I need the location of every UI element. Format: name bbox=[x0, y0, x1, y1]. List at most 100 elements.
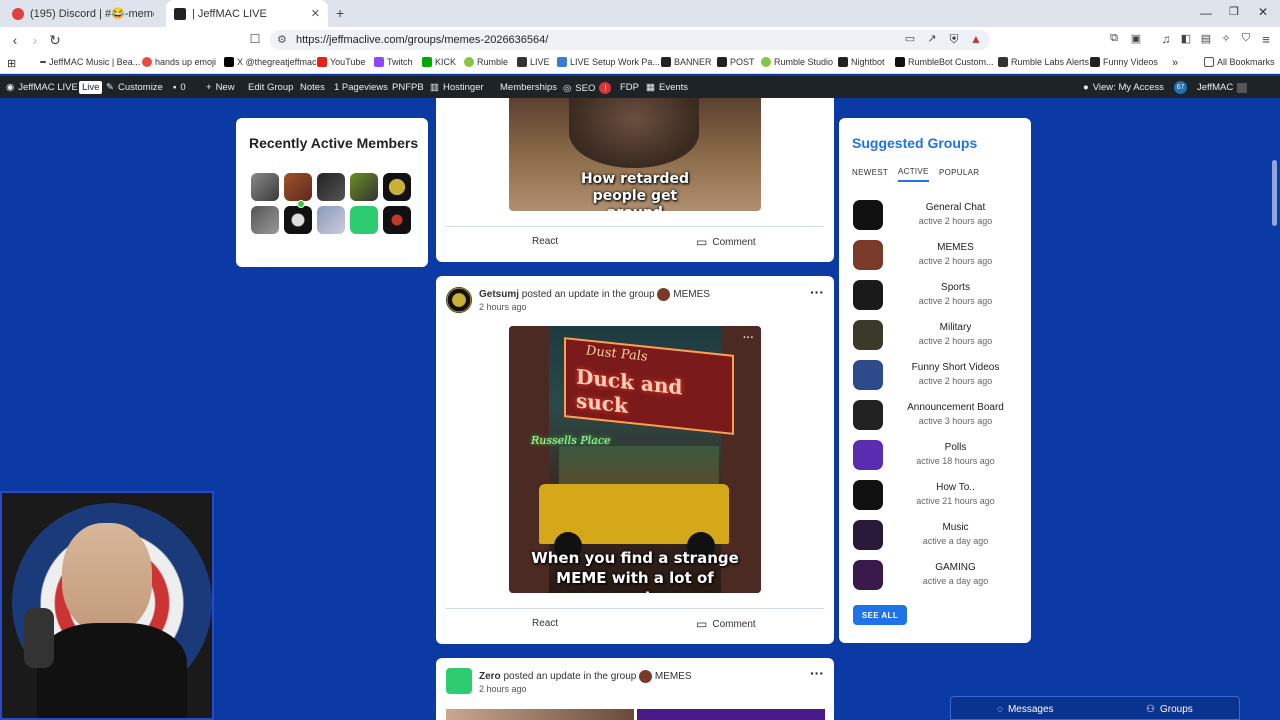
screenshot-icon[interactable]: ▣ bbox=[1128, 32, 1144, 45]
close-window-icon[interactable]: ✕ bbox=[1258, 5, 1268, 19]
suggested-group-item[interactable]: Polls active 18 hours ago bbox=[853, 440, 1018, 474]
view-access-link[interactable]: ● View: My Access bbox=[1083, 82, 1164, 93]
bookmark-x[interactable]: X @thegreatjeffmac bbox=[224, 57, 317, 67]
bookmark-rumble[interactable]: Rumble bbox=[464, 57, 508, 67]
member-avatar[interactable] bbox=[284, 206, 312, 234]
hostinger-link[interactable]: ▥ Hostinger bbox=[430, 82, 484, 93]
extensions-icon[interactable]: ⧉ bbox=[1106, 32, 1122, 45]
member-avatar[interactable] bbox=[284, 173, 312, 201]
site-info-icon[interactable]: ⚙ bbox=[277, 33, 287, 46]
bookmark-rumble-labs[interactable]: Rumble Labs Alerts bbox=[998, 57, 1089, 67]
bookmark-funny-videos[interactable]: Funny Videos bbox=[1090, 57, 1158, 67]
member-avatar[interactable] bbox=[383, 173, 411, 201]
customize-link[interactable]: ✎ Customize bbox=[106, 82, 163, 93]
member-avatar[interactable] bbox=[383, 206, 411, 234]
suggested-group-item[interactable]: MEMES active 2 hours ago bbox=[853, 240, 1018, 274]
member-avatar[interactable] bbox=[317, 173, 345, 201]
media-icon[interactable]: ♫ bbox=[1158, 32, 1174, 46]
suggested-group-item[interactable]: General Chat active 2 hours ago bbox=[853, 200, 1018, 234]
page-scrollbar-thumb[interactable] bbox=[1272, 160, 1277, 226]
bookmark-youtube[interactable]: YouTube bbox=[317, 57, 365, 67]
bookmark-banner[interactable]: BANNER bbox=[661, 57, 712, 67]
author-name[interactable]: Getsumj bbox=[479, 289, 519, 300]
shield-icon[interactable]: ⛨ bbox=[946, 32, 962, 47]
pageviews-link[interactable]: 1 Pageviews bbox=[334, 82, 388, 93]
group-name[interactable]: GAMING bbox=[893, 562, 1018, 573]
url-input[interactable]: ⚙ https://jeffmaclive.com/groups/memes-2… bbox=[270, 30, 990, 50]
member-avatar[interactable] bbox=[317, 206, 345, 234]
bookmark-twitch[interactable]: Twitch bbox=[374, 57, 413, 67]
restore-icon[interactable]: ❐ bbox=[1229, 5, 1239, 18]
tab-popular[interactable]: POPULAR bbox=[939, 168, 979, 177]
fdp-link[interactable]: FDP bbox=[620, 82, 639, 93]
group-name[interactable]: Polls bbox=[893, 442, 1018, 453]
groups-button[interactable]: ⚇ Groups bbox=[1146, 698, 1193, 720]
bookmark-live-setup[interactable]: LIVE Setup Work Pa... bbox=[557, 57, 660, 67]
react-button[interactable]: React bbox=[532, 236, 558, 247]
comments-link[interactable]: ▪ 0 bbox=[173, 82, 186, 93]
wallet-icon[interactable]: ▤ bbox=[1198, 32, 1214, 45]
tab-jeffmac-live[interactable]: | JeffMAC LIVE ✕ bbox=[166, 0, 328, 27]
bookmark-rumblebot[interactable]: RumbleBot Custom... bbox=[895, 57, 994, 67]
react-button[interactable]: React bbox=[532, 618, 558, 629]
menu-icon[interactable]: ≡ bbox=[1258, 32, 1274, 47]
tab-active[interactable]: ACTIVE bbox=[898, 167, 929, 182]
close-tab-icon[interactable]: ✕ bbox=[311, 7, 320, 20]
suggested-group-item[interactable]: How To.. active 21 hours ago bbox=[853, 480, 1018, 514]
apps-grid-icon[interactable]: ⊞ bbox=[7, 57, 16, 70]
group-name[interactable]: General Chat bbox=[893, 202, 1018, 213]
new-tab-button[interactable]: + bbox=[336, 5, 344, 21]
group-name[interactable]: MEMES bbox=[893, 242, 1018, 253]
leo-ai-icon[interactable]: ✧ bbox=[1218, 32, 1234, 45]
bookmark-hands-up-emoji[interactable]: hands up emoji bbox=[142, 57, 216, 67]
post-image-thumb[interactable] bbox=[446, 709, 634, 720]
post-image-thumb[interactable] bbox=[637, 709, 825, 720]
bookmark-kick[interactable]: KICK bbox=[422, 57, 456, 67]
group-link[interactable]: MEMES bbox=[655, 671, 692, 682]
all-bookmarks-button[interactable]: All Bookmarks bbox=[1204, 57, 1275, 67]
group-link[interactable]: MEMES bbox=[673, 289, 710, 300]
notes-link[interactable]: Notes bbox=[300, 82, 325, 93]
group-name[interactable]: Announcement Board bbox=[893, 402, 1018, 413]
bookmark-live[interactable]: LIVE bbox=[517, 57, 550, 67]
reload-icon[interactable]: ↻ bbox=[47, 32, 63, 49]
group-name[interactable]: How To.. bbox=[893, 482, 1018, 493]
messages-button[interactable]: ◌ Messages bbox=[997, 698, 1054, 720]
author-avatar[interactable] bbox=[446, 668, 472, 694]
meme-image[interactable]: Dust Pals Duck and suck Russells Place ·… bbox=[509, 326, 761, 593]
group-name[interactable]: Funny Short Videos bbox=[893, 362, 1018, 373]
back-icon[interactable]: ‹ bbox=[7, 32, 23, 48]
admin-site-link[interactable]: ◉ JeffMAC LIVE bbox=[6, 82, 78, 93]
member-avatar[interactable] bbox=[251, 206, 279, 234]
post-options-icon[interactable]: ··· bbox=[810, 665, 824, 681]
share-icon[interactable]: ↗ bbox=[924, 32, 940, 45]
member-avatar[interactable] bbox=[251, 173, 279, 201]
member-avatar[interactable] bbox=[350, 206, 378, 234]
cast-icon[interactable]: ▭ bbox=[902, 32, 918, 45]
group-name[interactable]: Sports bbox=[893, 282, 1018, 293]
post-options-icon[interactable]: ··· bbox=[810, 284, 824, 300]
minimize-icon[interactable]: — bbox=[1200, 6, 1212, 20]
new-link[interactable]: + New bbox=[206, 82, 235, 93]
suggested-group-item[interactable]: Announcement Board active 3 hours ago bbox=[853, 400, 1018, 434]
bookmark-nightbot[interactable]: Nightbot bbox=[838, 57, 885, 67]
memberships-link[interactable]: Memberships bbox=[500, 82, 557, 93]
tab-discord[interactable]: (195) Discord | #😂-memes | JeffMA bbox=[4, 0, 162, 27]
group-name[interactable]: Music bbox=[893, 522, 1018, 533]
see-all-button[interactable]: SEE ALL bbox=[853, 605, 907, 625]
sidebar-icon[interactable]: ◧ bbox=[1178, 32, 1194, 45]
bookmark-jeffmac-music[interactable]: JeffMAC Music | Bea... bbox=[40, 57, 140, 67]
brave-rewards-icon[interactable]: ▲ bbox=[968, 32, 984, 46]
account-link[interactable]: JeffMAC bbox=[1197, 82, 1248, 93]
suggested-group-item[interactable]: Music active a day ago bbox=[853, 520, 1018, 554]
seo-link[interactable]: ◎ SEO! bbox=[563, 82, 612, 94]
vpn-icon[interactable]: ⛉ bbox=[1238, 32, 1254, 45]
edit-group-link[interactable]: Edit Group bbox=[248, 82, 293, 93]
suggested-group-item[interactable]: Sports active 2 hours ago bbox=[853, 280, 1018, 314]
suggested-group-item[interactable]: GAMING active a day ago bbox=[853, 560, 1018, 594]
member-avatar[interactable] bbox=[350, 173, 378, 201]
bookmark-rumble-studio[interactable]: Rumble Studio bbox=[761, 57, 833, 67]
pnfpb-link[interactable]: PNFPB bbox=[392, 82, 424, 93]
comment-button[interactable]: ▭ Comment bbox=[696, 235, 756, 249]
events-link[interactable]: ▦ Events bbox=[646, 82, 688, 93]
